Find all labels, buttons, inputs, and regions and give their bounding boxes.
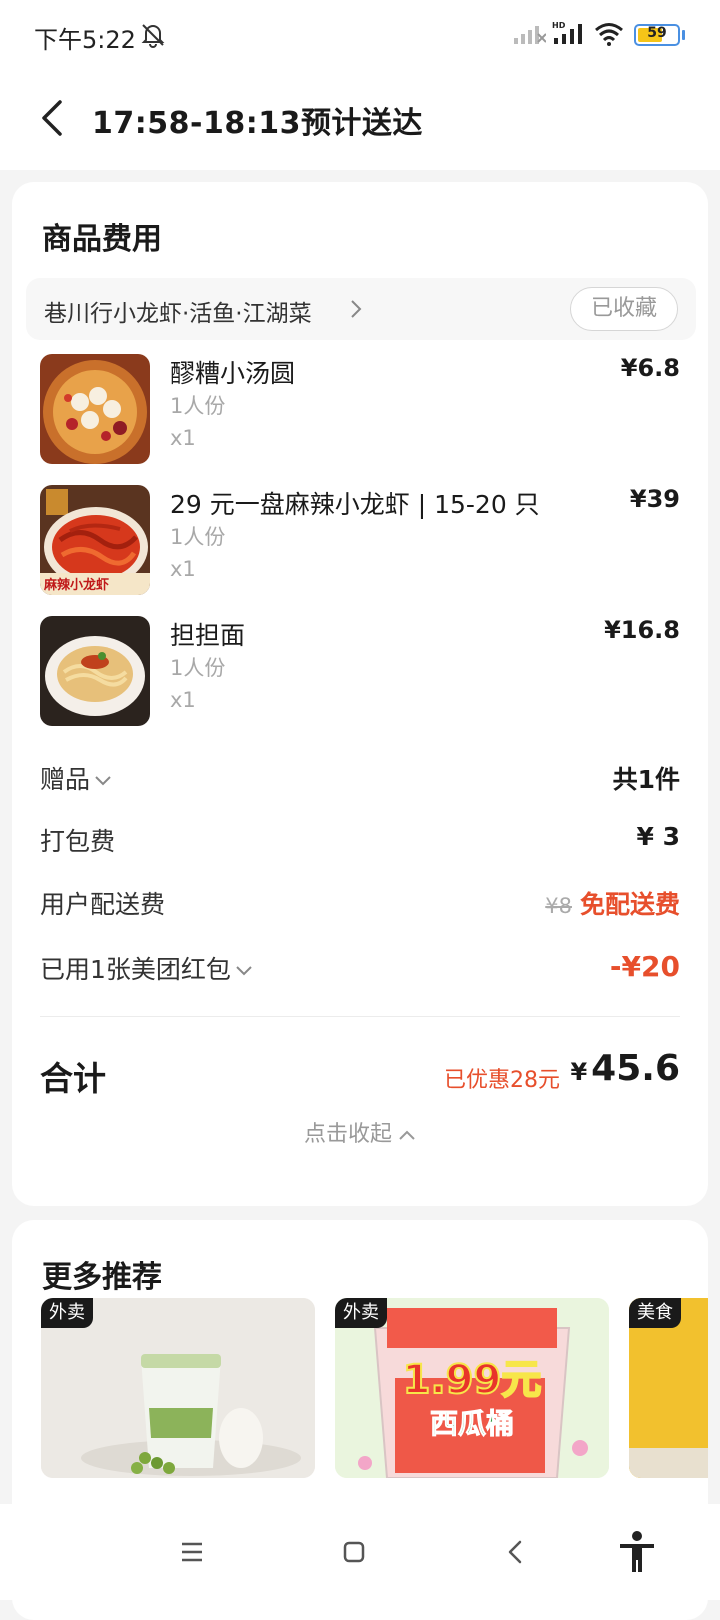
chevron-down-icon [95,776,111,786]
total-amount-value: 45.6 [591,1048,680,1089]
item-price: ¥6.8 [620,354,680,382]
total-amount: ¥45.6 [570,1048,680,1089]
packing-fee-label: 打包费 [40,827,116,856]
shop-bar[interactable]: 巷川行小龙虾·活鱼·江湖菜 已收藏 [26,278,696,340]
section-title-recommend: 更多推荐 [42,1260,162,1295]
accessibility-icon[interactable] [616,1530,658,1574]
item-image-caption: 麻辣小龙虾 [43,577,109,593]
nav-back-icon[interactable] [496,1532,536,1572]
delivery-fee-label: 用户配送费 [40,890,166,919]
order-item: 担担面 1人份 x1 ¥16.8 [40,616,680,728]
noodle-photo [40,616,150,726]
total-saved: 已优惠28元 [444,1068,560,1093]
recommend-tag: 外卖 [41,1298,93,1328]
status-time: 下午5:22 [34,26,136,54]
bell-muted-icon [141,24,165,48]
recommend-tag: 美食 [629,1298,681,1328]
wifi-icon [595,23,623,46]
item-qty: x1 [170,557,196,581]
item-qty: x1 [170,688,196,712]
item-spec: 1人份 [170,394,226,418]
poster-price: 1.99元 [403,1357,542,1403]
delivery-fee-value-wrap: ¥8 免配送费 [545,885,680,921]
item-price: ¥16.8 [604,616,680,644]
gift-label-wrap: 赠品 [40,760,112,796]
delivery-fee-original: ¥8 [545,894,572,918]
item-name: 醪糟小汤圆 [170,359,296,388]
page-title: 17:58-18:13预计送达 [92,106,423,141]
poster-text: 西瓜桶 [430,1407,514,1440]
signal-weak-icon [514,26,546,44]
shop-name[interactable]: 巷川行小龙虾·活鱼·江湖菜 [44,294,312,328]
delivery-fee-value: 免配送费 [579,890,680,919]
chevron-down-icon [236,966,252,976]
gift-label: 赠品 [40,765,91,794]
crayfish-photo: 麻辣小龙虾 [40,485,150,595]
status-bar: 下午5:22 HD 59 [0,0,720,70]
dumpling-soup-photo [40,354,150,464]
recommend-item[interactable]: 外卖 [41,1298,315,1478]
item-name: 担担面 [170,621,246,650]
svg-text:HD: HD [552,21,566,30]
system-nav-bar [0,1504,720,1600]
recommend-item[interactable]: 1.99元 西瓜桶 外卖 [335,1298,609,1478]
battery-level: 59 [647,25,667,41]
battery-icon: 59 [634,24,680,46]
gift-value: 共1件 [612,765,680,794]
delivery-fee-row: 用户配送费 ¥8 免配送费 [40,885,680,925]
chevron-right-icon [351,300,362,318]
item-qty: x1 [170,426,196,450]
coupon-label-wrap: 已用1张美团红包 [40,950,253,986]
coupon-row[interactable]: 已用1张美团红包 -¥20 [40,950,680,990]
page-header: 17:58-18:13预计送达 [0,70,720,170]
chevron-up-icon [399,1130,415,1140]
section-title-fees: 商品费用 [42,222,162,257]
coupon-label: 已用1张美团红包 [40,955,231,984]
signal-hd-icon: HD [552,21,582,44]
order-item: 麻辣小龙虾 29 元一盘麻辣小龙虾 | 15-20 只 1人份 x1 ¥39 [40,485,680,597]
total-label: 合计 [40,1059,106,1098]
packing-fee-value: ¥ 3 [636,822,681,851]
item-name: 29 元一盘麻辣小龙虾 | 15-20 只 [170,490,540,519]
recommend-item[interactable]: 美食 [629,1298,708,1478]
order-fees-card: 商品费用 巷川行小龙虾·活鱼·江湖菜 已收藏 醪糟小汤圆 1人份 x1 ¥6.8 [12,182,708,1206]
item-spec: 1人份 [170,656,226,680]
coupon-value: -¥20 [609,950,680,983]
back-icon[interactable] [38,98,68,138]
item-spec: 1人份 [170,525,226,549]
recommend-tag: 外卖 [335,1298,387,1328]
packing-fee-row: 打包费 ¥ 3 [40,822,680,862]
order-item: 醪糟小汤圆 1人份 x1 ¥6.8 [40,354,680,466]
menu-icon[interactable] [172,1532,212,1572]
collapse-label: 点击收起 [303,1122,392,1147]
divider [40,1016,680,1017]
collapse-button[interactable]: 点击收起 [12,1116,708,1148]
favorite-button[interactable]: 已收藏 [570,287,678,331]
item-price: ¥39 [629,485,680,513]
home-icon[interactable] [334,1532,374,1572]
total-currency: ¥ [570,1058,588,1086]
gift-row[interactable]: 赠品 共1件 [40,760,680,800]
